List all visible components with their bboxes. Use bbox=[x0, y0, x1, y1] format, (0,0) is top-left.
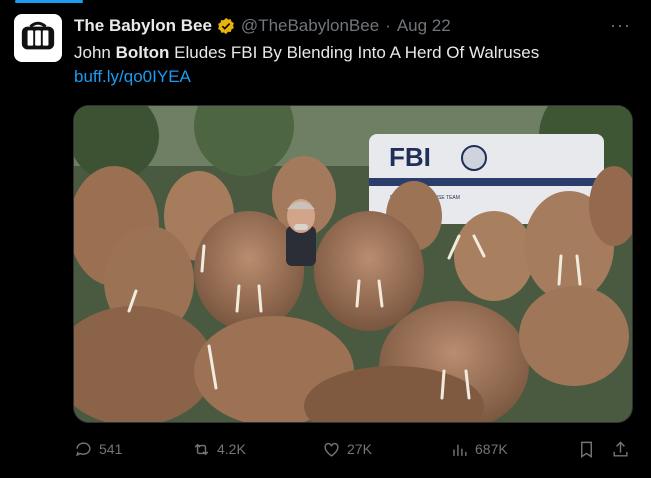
active-indicator bbox=[15, 0, 83, 3]
share-button[interactable] bbox=[611, 437, 630, 461]
like-count: 27K bbox=[347, 441, 372, 457]
tweet-text-bold: Bolton bbox=[115, 43, 170, 62]
author-name[interactable]: The Babylon Bee bbox=[74, 16, 212, 36]
tweet-text: John Bolton Eludes FBI By Blending Into … bbox=[74, 42, 634, 64]
reply-button[interactable]: 541 bbox=[74, 437, 122, 461]
views-button[interactable]: 687K bbox=[450, 437, 508, 461]
tweet-image[interactable]: FBI EVIDENCE RESPONSE TEAM bbox=[73, 105, 633, 423]
tweet-text-post: Eludes FBI By Blending Into A Herd Of Wa… bbox=[169, 43, 540, 62]
tweet-header: The Babylon Bee @TheBabylonBee · Aug 22 … bbox=[74, 15, 631, 37]
views-count: 687K bbox=[475, 441, 508, 457]
avatar[interactable] bbox=[14, 14, 62, 62]
separator: · bbox=[385, 16, 391, 35]
repost-count: 4.2K bbox=[217, 441, 246, 457]
share-icon bbox=[613, 440, 628, 457]
tweet-date[interactable]: Aug 22 bbox=[397, 16, 451, 36]
bee-logo-icon bbox=[21, 21, 55, 50]
reply-icon bbox=[76, 441, 91, 456]
repost-icon bbox=[194, 443, 209, 455]
repost-button[interactable]: 4.2K bbox=[192, 437, 246, 461]
bookmark-button[interactable] bbox=[577, 437, 596, 461]
walrus-photo: FBI EVIDENCE RESPONSE TEAM bbox=[74, 106, 632, 422]
van-label: FBI bbox=[389, 142, 431, 172]
heart-icon bbox=[324, 442, 339, 457]
tweet-text-pre: John bbox=[74, 43, 116, 62]
like-button[interactable]: 27K bbox=[322, 437, 372, 461]
man-figure bbox=[286, 199, 316, 266]
tweet-link[interactable]: buff.ly/qo0IYEA bbox=[74, 67, 191, 87]
bookmark-icon bbox=[581, 441, 592, 458]
author-handle[interactable]: @TheBabylonBee bbox=[241, 16, 379, 36]
action-bar: 541 4.2K 27K 687K bbox=[74, 437, 634, 461]
reply-count: 541 bbox=[99, 441, 123, 457]
more-dots-icon[interactable]: ··· bbox=[610, 15, 631, 36]
views-icon bbox=[453, 444, 467, 456]
verified-badge-icon bbox=[218, 17, 234, 35]
